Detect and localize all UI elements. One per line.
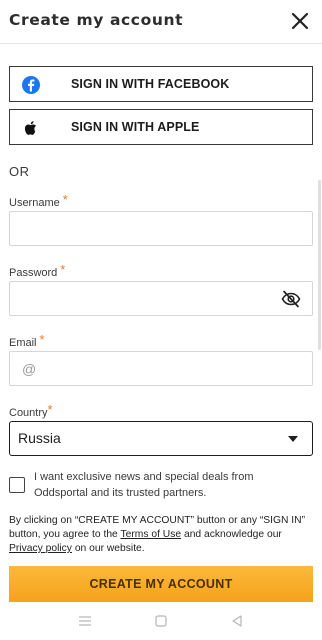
menu-icon[interactable] [78, 614, 92, 628]
password-field[interactable] [9, 281, 313, 316]
caret-down-icon [288, 436, 298, 442]
username-input[interactable] [10, 212, 312, 245]
newsletter-checkbox[interactable] [9, 477, 25, 493]
terms-of-use-link[interactable]: Terms of Use [120, 529, 181, 540]
newsletter-label: I want exclusive news and special deals … [34, 471, 254, 499]
country-label-text: Country [9, 407, 48, 419]
password-label-text: Password [9, 267, 58, 279]
apple-icon [21, 118, 41, 138]
facebook-icon [21, 75, 41, 95]
apple-signin-label: SIGN IN WITH APPLE [71, 120, 200, 134]
facebook-signin-button[interactable]: SIGN IN WITH FACEBOOK [9, 66, 313, 102]
country-select[interactable]: Russia [9, 421, 313, 456]
facebook-signin-label: SIGN IN WITH FACEBOOK [71, 77, 230, 91]
privacy-policy-link[interactable]: Privacy policy [9, 543, 72, 554]
system-nav-bar [0, 602, 322, 640]
back-triangle-icon[interactable] [230, 614, 244, 628]
email-label-text: Email [9, 337, 37, 349]
country-label: Country* [9, 402, 53, 419]
username-label-text: Username [9, 197, 60, 209]
email-field[interactable] [9, 351, 313, 386]
country-selected-value: Russia [18, 430, 61, 446]
username-label: Username * [9, 192, 68, 209]
terms-suffix: on our website. [71, 543, 145, 554]
required-marker: * [39, 332, 45, 347]
required-marker: * [60, 262, 66, 277]
apple-signin-button[interactable]: SIGN IN WITH APPLE [9, 109, 313, 145]
or-divider: OR [9, 164, 30, 179]
close-icon[interactable] [290, 11, 310, 31]
terms-middle: and acknowledge our [181, 529, 282, 540]
terms-notice: By clicking on “CREATE MY ACCOUNT” butto… [9, 514, 315, 556]
email-label: Email * [9, 332, 45, 349]
scrollbar[interactable] [318, 180, 321, 350]
email-input[interactable] [10, 352, 312, 385]
required-marker: * [62, 192, 68, 207]
required-marker: * [47, 402, 53, 417]
create-account-button[interactable]: CREATE MY ACCOUNT [9, 566, 313, 602]
password-label: Password * [9, 262, 66, 279]
password-input[interactable] [10, 282, 312, 315]
eye-off-icon[interactable] [281, 290, 301, 308]
home-square-icon[interactable] [154, 614, 168, 628]
page-title: Create my account [9, 11, 184, 29]
dialog-header: Create my account [0, 0, 322, 44]
create-account-label: CREATE MY ACCOUNT [89, 577, 233, 591]
username-field[interactable] [9, 211, 313, 246]
